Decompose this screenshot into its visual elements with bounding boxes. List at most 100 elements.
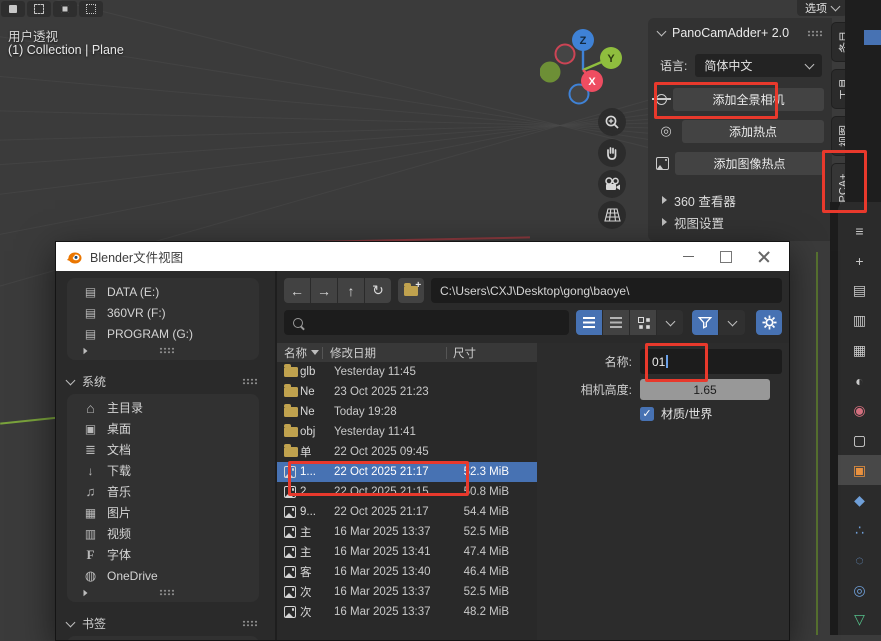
output-icon[interactable]: ▥ (838, 306, 881, 336)
view-layer-icon[interactable]: ▦ (838, 336, 881, 366)
outliner-selected-row[interactable] (864, 30, 881, 45)
bookmarks-section-header[interactable]: 书签 (67, 615, 257, 632)
collapse-chevron-icon[interactable] (657, 27, 667, 37)
up-button[interactable]: ↑ (338, 278, 364, 303)
search-input[interactable] (284, 310, 569, 335)
system-item[interactable]: OneDrive (67, 565, 259, 586)
system-item[interactable]: 下载 (67, 460, 259, 481)
camera-view-icon[interactable] (598, 170, 626, 198)
volume-item[interactable]: DATA (E:) (67, 281, 259, 302)
annotation-name-input (645, 343, 708, 382)
search-icon (293, 318, 303, 328)
客[interactable]: 客 16 Mar 2025 13:40 46.4 MiB (277, 562, 537, 582)
minimize-button[interactable] (673, 246, 703, 268)
tool-icon[interactable]: + (838, 246, 881, 276)
render-icon[interactable]: ▤ (838, 276, 881, 306)
file-type-icon (284, 586, 300, 598)
file-list-header[interactable]: 名称 修改日期 尺寸 (277, 343, 537, 362)
pan-hand-icon[interactable] (598, 139, 626, 167)
system-item[interactable]: 音乐 (67, 481, 259, 502)
navigation-gizmo[interactable]: Z Y X (540, 26, 640, 110)
modifiers-icon[interactable]: ◆ (838, 485, 881, 515)
mode-icon[interactable] (27, 1, 51, 17)
volume-item[interactable]: PROGRAM (G:) (67, 323, 259, 344)
pictures-icon (83, 506, 98, 520)
file-type-icon (284, 447, 300, 457)
system-item[interactable]: 桌面 (67, 418, 259, 439)
orthographic-grid-icon[interactable] (598, 201, 626, 229)
data-icon[interactable]: ▽ (838, 605, 881, 635)
单[interactable]: 单 22 Oct 2025 09:45 (277, 442, 537, 462)
particles-icon[interactable]: ∴ (838, 515, 881, 545)
system-item[interactable]: 文档 (67, 439, 259, 460)
close-button[interactable] (749, 246, 779, 268)
mode-icon[interactable] (79, 1, 103, 17)
language-dropdown[interactable]: 简体中文 (695, 54, 822, 77)
grip-icon[interactable] (807, 30, 822, 37)
Ne[interactable]: Ne 23 Oct 2025 21:23 (277, 382, 537, 402)
maximize-button[interactable] (711, 246, 741, 268)
system-item[interactable]: 视频 (67, 523, 259, 544)
filter-chevron[interactable] (719, 310, 745, 335)
svg-text:X: X (588, 76, 596, 88)
physics-icon[interactable]: ◌ (838, 545, 881, 575)
glb[interactable]: glb Yesterday 11:45 (277, 362, 537, 382)
viewport-mode-strip (1, 1, 103, 17)
back-button[interactable]: ← (284, 278, 310, 303)
bookmarks-box (67, 636, 259, 640)
new-folder-button[interactable] (398, 278, 424, 303)
editor-menu-icon[interactable]: ≡ (838, 216, 881, 246)
expand-arrow-icon[interactable] (84, 589, 88, 595)
home-icon (83, 400, 98, 416)
mode-icon[interactable] (1, 1, 25, 17)
npanel-button[interactable]: 添加热点 (682, 120, 824, 143)
hotspot-icon (656, 123, 676, 139)
blender-file-view-dialog: Blender文件视图 DATA (E:) 360VR (F:) (55, 241, 790, 641)
主[interactable]: 主 16 Mar 2025 13:37 52.5 MiB (277, 522, 537, 542)
refresh-button[interactable]: ↻ (365, 278, 391, 303)
grip-icon[interactable] (159, 589, 174, 596)
language-label: 语言: (660, 57, 687, 74)
options-button[interactable]: 选项 (797, 0, 847, 16)
constraints-icon[interactable]: ◎ (838, 575, 881, 605)
obj[interactable]: obj Yesterday 11:41 (277, 422, 537, 442)
主[interactable]: 主 16 Mar 2025 13:41 47.4 MiB (277, 542, 537, 562)
system-section-header[interactable]: 系统 (67, 373, 257, 390)
collapsed-section[interactable]: 360 查看器 (648, 189, 832, 211)
collapsed-section[interactable]: 视图设置 (648, 211, 832, 233)
Ne[interactable]: Ne Today 19:28 (277, 402, 537, 422)
file-type-icon (284, 506, 300, 518)
system-item[interactable]: 主目录 (67, 397, 259, 418)
display-vertical-list-icon[interactable] (576, 310, 602, 335)
次[interactable]: 次 16 Mar 2025 13:37 52.5 MiB (277, 582, 537, 602)
npanel-section-list: 360 查看器 视图设置 (648, 189, 832, 233)
path-field[interactable]: C:\Users\CXJ\Desktop\gong\baoye\ (431, 278, 782, 303)
display-horizontal-list-icon[interactable] (603, 310, 629, 335)
expand-arrow-icon[interactable] (84, 347, 88, 353)
camera-height-slider[interactable]: 1.65 (640, 379, 770, 400)
settings-gear-icon[interactable] (756, 310, 782, 335)
object-icon[interactable]: ▣ (838, 455, 881, 485)
npanel-button[interactable]: 添加图像热点 (675, 152, 824, 175)
forward-button[interactable]: → (311, 278, 337, 303)
system-item[interactable]: 图片 (67, 502, 259, 523)
次[interactable]: 次 16 Mar 2025 13:37 48.2 MiB (277, 602, 537, 622)
grip-icon (242, 378, 257, 385)
sort-desc-icon (311, 350, 319, 355)
9...[interactable]: 9... 22 Oct 2025 21:17 54.4 MiB (277, 502, 537, 522)
world-icon[interactable]: ◉ (838, 396, 881, 426)
system-item[interactable]: 字体 (67, 544, 259, 565)
file-browser-sidebar: DATA (E:) 360VR (F:) PROGRAM (G:) 系统 (56, 271, 277, 640)
display-thumbnails-icon[interactable] (630, 310, 656, 335)
grip-icon[interactable] (159, 347, 174, 354)
display-mode-chevron[interactable] (657, 310, 683, 335)
material-world-checkbox[interactable]: ✓ (640, 407, 654, 421)
volume-item[interactable]: 360VR (F:) (67, 302, 259, 323)
scene-icon[interactable]: ◐ (838, 366, 881, 396)
filter-funnel-icon[interactable] (692, 310, 718, 335)
mode-icon[interactable] (53, 1, 77, 17)
collection-icon[interactable]: ▢ (838, 425, 881, 455)
dialog-titlebar[interactable]: Blender文件视图 (56, 242, 789, 271)
blender-logo-icon (66, 249, 82, 265)
zoom-icon[interactable] (598, 108, 626, 136)
